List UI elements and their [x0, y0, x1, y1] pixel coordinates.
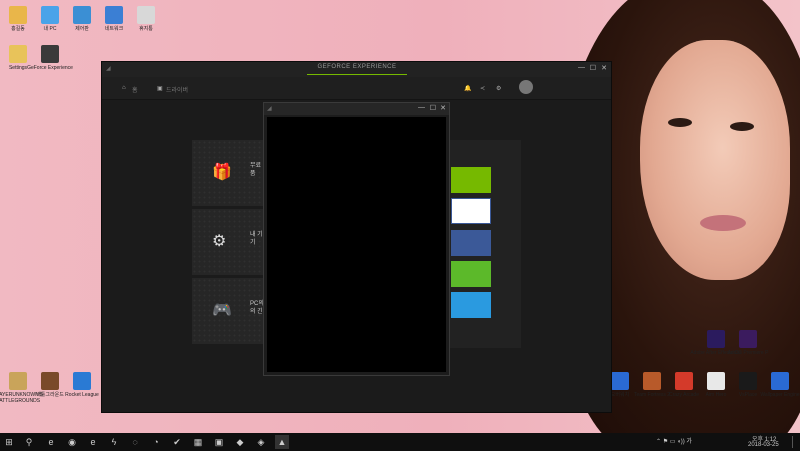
maximize-button[interactable]: ☐ — [590, 64, 596, 72]
drivers-icon[interactable]: ▣ — [157, 85, 163, 92]
window-logo-icon: ◢ — [106, 66, 111, 72]
taskbar-app-icon[interactable]: ◌ — [128, 435, 142, 449]
clock-date[interactable]: 2018-03-25 — [748, 442, 779, 448]
home-icon[interactable]: ⌂ — [122, 85, 126, 91]
search-icon[interactable]: ⚲ — [22, 435, 36, 449]
wallpaper-engine-icon — [771, 372, 789, 390]
rocket-league-icon — [73, 372, 91, 390]
gift-icon: 🎁 — [212, 164, 232, 181]
user-avatar-icon[interactable] — [519, 80, 533, 94]
minimize-button[interactable]: — — [578, 64, 585, 71]
taskbar-app-icon[interactable]: ◉ — [65, 435, 79, 449]
taskbar-app-icon[interactable]: ✔ — [170, 435, 184, 449]
gear-icon[interactable]: ⚙ — [496, 85, 501, 92]
premiere-shortcut[interactable]: Adobe Premiere P — [721, 330, 775, 356]
taskbar-app-icon[interactable]: ▦ — [191, 435, 205, 449]
wallpaper-eye-right — [730, 122, 754, 131]
close-button[interactable]: ✕ — [601, 64, 607, 72]
popup-window[interactable]: ◢ — ☐ ✕ — [263, 102, 450, 376]
wallpaper-eye-left — [668, 118, 692, 127]
desktop-icon-label: GeForce Experience — [27, 65, 73, 71]
popup-content — [267, 117, 446, 372]
nav-drivers-tab[interactable]: 드라이버 — [166, 85, 188, 94]
gamepad-icon: 🎮 — [212, 302, 232, 319]
qq-login-button[interactable] — [451, 292, 491, 318]
gfe-brand-title: GEFORCE EXPERIENCE — [307, 64, 407, 75]
window-logo-icon: ◢ — [267, 106, 272, 112]
wallpaper-face — [640, 40, 790, 280]
taskbar-app-icon[interactable]: ϟ — [107, 435, 121, 449]
taskbar: ⊞ ⚲ e ◉ e ϟ ◌ ◔ ✔ ▦ ▣ ◆ ◈ ▲ ⌃ ⚑ ▭ ◖)) 가 오후 1:12 201… — [0, 433, 800, 451]
share-icon[interactable]: ≺ — [480, 85, 485, 92]
desktop-icon-label: Wallpaper Engine — [760, 392, 800, 398]
taskbar-app-icon[interactable]: ◈ — [254, 435, 268, 449]
taskbar-app-icon[interactable]: e — [44, 435, 58, 449]
wallpaper-engine-shortcut[interactable]: Wallpaper Engine — [753, 372, 800, 398]
popup-close-button[interactable]: ✕ — [440, 104, 446, 112]
start-button[interactable]: ⊞ — [2, 435, 16, 449]
desktop: 홍길동 내 PC 제어판 네트워크 휴지통 Settings GeForce Experie… — [0, 0, 800, 451]
google-login-button[interactable] — [451, 198, 491, 224]
gfe-titlebar[interactable]: ◢ GEFORCE EXPERIENCE — ☐ ✕ — [102, 62, 611, 77]
notification-bell-icon[interactable]: 🔔 — [464, 85, 471, 92]
geforce-experience-icon — [41, 45, 59, 63]
settings-panel[interactable]: ⚙ 내 기 하기 — [192, 209, 272, 275]
facebook-login-button[interactable] — [451, 230, 491, 256]
wechat-login-button[interactable] — [451, 261, 491, 287]
taskbar-app-icon[interactable]: ▣ — [212, 435, 226, 449]
taskbar-app-icon[interactable]: ◆ — [233, 435, 247, 449]
wallpaper-lips — [700, 215, 746, 231]
taskbar-app-icon[interactable]: e — [86, 435, 100, 449]
gear-icon: ⚙ — [212, 233, 227, 250]
tray-icons[interactable]: ⌃ ⚑ ▭ ◖)) 가 — [656, 436, 692, 445]
taskbar-app-icon[interactable]: ◔ — [149, 435, 163, 449]
desktop-icon-label: 휴지통 — [139, 26, 153, 32]
recycle-bin-icon — [137, 6, 155, 24]
gift-panel[interactable]: 🎁 무료 상품 — [192, 140, 272, 206]
popup-titlebar[interactable]: ◢ — ☐ ✕ — [264, 103, 449, 115]
login-panel — [447, 140, 521, 348]
popup-maximize-button[interactable]: ☐ — [430, 104, 436, 112]
taskbar-app-icon[interactable]: ▲ — [275, 435, 289, 449]
popup-minimize-button[interactable]: — — [418, 104, 425, 111]
recycle-bin-shortcut[interactable]: 휴지통 — [119, 6, 173, 32]
show-desktop-button[interactable] — [792, 436, 799, 448]
premiere-icon — [739, 330, 757, 348]
gfe-navbar: ⌂ 홈 ▣ 드라이버 🔔 ≺ ⚙ — [102, 77, 611, 100]
game-panel[interactable]: 🎮 PC의 의 긴 — [192, 278, 272, 344]
geforce-experience-shortcut[interactable]: GeForce Experience — [23, 45, 77, 71]
nav-home-tab[interactable]: 홈 — [132, 85, 138, 94]
desktop-icon-label: Adobe Premiere P — [727, 350, 769, 356]
nvidia-login-button[interactable] — [451, 167, 491, 193]
